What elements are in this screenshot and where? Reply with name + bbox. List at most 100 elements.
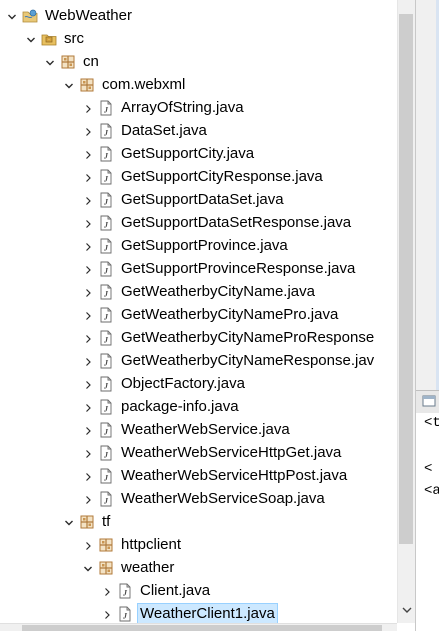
tree-row[interactable]: cn [0,51,397,74]
package-explorer: WebWeather src cn com.webxml J ArrayOfString.… [0,0,439,631]
tree-row[interactable]: weather [0,557,397,580]
tree-row[interactable]: src [0,28,397,51]
tree-item-label: WeatherWebService.java [121,421,290,438]
tree-row[interactable]: Jpackage-info.java [0,396,397,419]
java-file-icon: J [98,399,114,415]
scroll-down-arrow-icon[interactable] [398,603,415,617]
chevron-right-icon[interactable] [82,534,94,557]
console-line: <t [424,415,439,431]
tree-row[interactable]: J GetWeatherbyCityName.java [0,281,397,304]
tree-item-label: cn [83,53,99,70]
chevron-right-icon[interactable] [82,442,94,465]
chevron-right-icon[interactable] [82,396,94,419]
chevron-right-icon[interactable] [82,419,94,442]
chevron-down-icon[interactable] [44,51,56,74]
chevron-down-icon[interactable] [63,511,75,534]
chevron-down-icon[interactable] [25,28,37,51]
tree-row[interactable]: com.webxml [0,74,397,97]
chevron-right-icon[interactable] [82,212,94,235]
project-tree[interactable]: WebWeather src cn com.webxml J ArrayOfString.… [0,0,397,623]
tree-item-label: weather [121,559,175,576]
source-folder-icon [41,31,57,47]
chevron-right-icon[interactable] [82,281,94,304]
package-icon [79,514,95,530]
chevron-right-icon[interactable] [82,235,94,258]
chevron-right-icon[interactable] [82,97,94,120]
java-file-icon: J [98,261,114,277]
tree-row[interactable]: J Client.java [0,580,397,603]
tree-row[interactable]: J WeatherWebServiceHttpGet.java [0,442,397,465]
chevron-right-icon[interactable] [82,143,94,166]
vertical-scrollbar-thumb[interactable] [399,14,413,544]
java-file-icon: J [98,146,114,162]
tree-row[interactable]: J GetSupportDataSet.java [0,189,397,212]
chevron-right-icon[interactable] [82,258,94,281]
tree-item-label: WeatherClient1.java [137,603,278,623]
tree-row[interactable]: J GetSupportProvinceResponse.java [0,258,397,281]
tree-row[interactable]: J GetWeatherbyCityNameResponse.jav [0,350,397,373]
tree-row[interactable]: httpclient [0,534,397,557]
java-project-icon [22,8,38,24]
tree-row[interactable]: tf [0,511,397,534]
chevron-right-icon[interactable] [101,603,113,623]
chevron-right-icon[interactable] [82,350,94,373]
java-file-icon: J [98,307,114,323]
vertical-scrollbar[interactable] [397,0,415,623]
tree-item-label: GetSupportProvince.java [121,237,288,254]
chevron-down-icon[interactable] [82,557,94,580]
tree-row[interactable]: WebWeather [0,5,397,28]
chevron-right-icon[interactable] [101,580,113,603]
chevron-down-icon[interactable] [6,5,18,28]
tree-row[interactable]: J DataSet.java [0,120,397,143]
tree-item-label: GetSupportCity.java [121,145,255,162]
tree-item-label: WeatherWebServiceSoap.java [121,490,325,507]
java-file-icon: J [98,100,114,116]
tree-item-label: tf [102,513,111,530]
tree-row[interactable]: J ObjectFactory.java [0,373,397,396]
tree-row[interactable]: J GetWeatherbyCityNameProResponse [0,327,397,350]
tree-item-label: GetSupportProvinceResponse.java [121,260,356,277]
tree-row[interactable]: J WeatherClient1.java [0,603,397,623]
tree-row[interactable]: J WeatherWebServiceHttpPost.java [0,465,397,488]
tree-row[interactable]: J GetSupportCityResponse.java [0,166,397,189]
java-file-icon: J [98,445,114,461]
horizontal-scrollbar-thumb[interactable] [22,625,382,631]
java-file-icon: J [98,192,114,208]
console-tab-bar[interactable] [416,390,439,414]
package-icon [98,560,114,576]
package-icon [79,77,95,93]
java-file-icon: J [98,169,114,185]
tree-row[interactable]: J WeatherWebServiceSoap.java [0,488,397,511]
chevron-right-icon[interactable] [82,304,94,327]
console-view-icon[interactable] [422,394,436,408]
tree-row[interactable]: J GetSupportProvince.java [0,235,397,258]
java-file-icon: J [98,238,114,254]
tree-item-label: com.webxml [102,76,186,93]
chevron-right-icon[interactable] [82,327,94,350]
tree-row[interactable]: J GetSupportDataSetResponse.java [0,212,397,235]
chevron-down-icon[interactable] [63,74,75,97]
java-file-icon: J [98,491,114,507]
tree-item-label: httpclient [121,536,182,553]
tree-row[interactable]: J GetWeatherbyCityNamePro.java [0,304,397,327]
package-icon [60,54,76,70]
horizontal-scrollbar[interactable] [0,623,397,631]
tree-row[interactable]: J GetSupportCity.java [0,143,397,166]
tree-item-label: package-info.java [121,398,239,415]
chevron-right-icon[interactable] [82,488,94,511]
java-file-icon: J [98,284,114,300]
chevron-right-icon[interactable] [82,189,94,212]
editor-side-panel: <t < <a [415,0,439,631]
tree-item-label: GetSupportCityResponse.java [121,168,323,185]
java-file-icon: J [117,606,133,622]
chevron-right-icon[interactable] [82,465,94,488]
console-output: <t < <a [416,413,439,631]
tree-row[interactable]: J ArrayOfString.java [0,97,397,120]
chevron-right-icon[interactable] [82,373,94,396]
chevron-right-icon[interactable] [82,166,94,189]
tree-item-label: ArrayOfString.java [121,99,244,116]
chevron-right-icon[interactable] [82,120,94,143]
tree-row[interactable]: J WeatherWebService.java [0,419,397,442]
java-file-icon: J [98,353,114,369]
tree-item-label: GetSupportDataSetResponse.java [121,214,352,231]
